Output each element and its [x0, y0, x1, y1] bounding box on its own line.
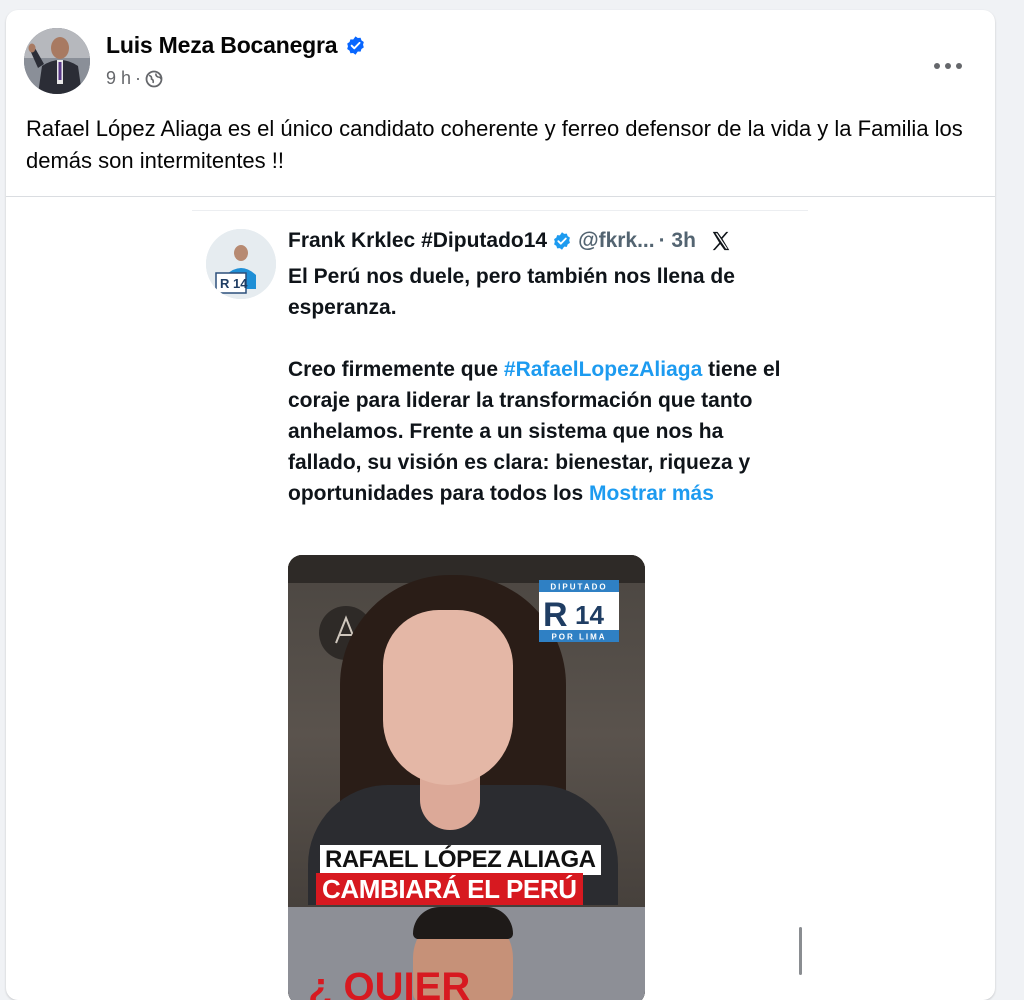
video-person-face	[383, 610, 513, 785]
author-line: Luis Meza Bocanegra	[106, 32, 366, 59]
video-caption-line1: RAFAEL LÓPEZ ALIAGA	[320, 845, 601, 875]
meta-separator: ·	[135, 68, 142, 88]
more-options-button[interactable]	[928, 46, 968, 86]
scrollbar-thumb[interactable]	[799, 927, 802, 975]
shared-tweet-image[interactable]: R 14 Frank Krklec #Diputado14 @fkrk... ·…	[192, 210, 808, 1000]
tweet-hashtag: #RafaelLopezAliaga	[503, 358, 703, 381]
post-meta: 9 h ·	[106, 68, 163, 89]
tweet-header: Frank Krklec #Diputado14 @fkrk... · 3h	[288, 229, 803, 253]
badge-number: 14	[575, 600, 604, 630]
verified-badge-icon	[345, 35, 366, 56]
tweet-paragraph-1: El Perú nos duele, pero también nos llen…	[288, 265, 735, 319]
tweet-body: El Perú nos duele, pero también nos llen…	[288, 261, 788, 509]
tweet-video-thumbnail: DIPUTADO R 14 POR LIMA RAFAEL LÓPEZ ALIA…	[288, 555, 645, 1000]
badge-letter: R	[543, 596, 568, 634]
tweet-handle: @fkrk...	[578, 229, 655, 252]
author-avatar[interactable]	[24, 28, 90, 94]
x-logo-icon	[710, 230, 732, 252]
tweet-show-more: Mostrar más	[589, 482, 714, 505]
author-name[interactable]: Luis Meza Bocanegra	[106, 32, 338, 59]
globe-icon[interactable]	[145, 70, 163, 88]
tweet-verified-icon	[552, 231, 572, 251]
tweet-author-name: Frank Krklec #Diputado14	[288, 229, 548, 252]
diputado-badge: DIPUTADO R 14 POR LIMA	[539, 580, 619, 642]
video-bottom-text: ¿ QUIER	[308, 965, 471, 1000]
more-options-icon	[934, 63, 962, 69]
tweet-author-avatar: R 14	[206, 229, 276, 299]
tweet-text-start: Creo firmemente que	[288, 358, 504, 381]
tweet-paragraph-2: Creo firmemente que #RafaelLopezAliaga t…	[288, 354, 788, 509]
post-header: Luis Meza Bocanegra 9 h ·	[24, 28, 974, 98]
post-card: Luis Meza Bocanegra 9 h · Rafael López A…	[6, 10, 995, 1000]
tweet-time: · 3h	[658, 229, 696, 252]
video-caption-line2: CAMBIARÁ EL PERÚ	[316, 873, 583, 905]
video-man-hair	[413, 907, 513, 939]
post-text: Rafael López Aliaga es el único candidat…	[26, 116, 963, 173]
badge-bottom-text: POR LIMA	[551, 633, 606, 642]
tweet-avatar-badge-text: R 14	[220, 276, 248, 291]
badge-top-text: DIPUTADO	[550, 583, 607, 592]
author-photo	[24, 28, 90, 94]
content-divider	[6, 196, 995, 197]
post-time[interactable]: 9 h	[106, 68, 131, 89]
